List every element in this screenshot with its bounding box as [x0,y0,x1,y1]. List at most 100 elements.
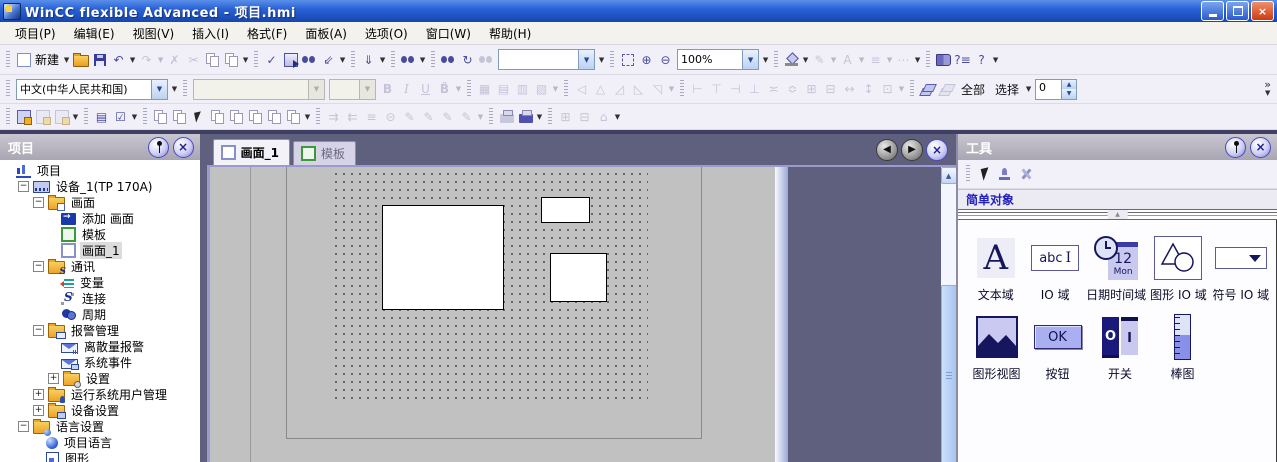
tree-item-label[interactable]: 画面_1 [80,242,122,259]
toolbar-grip[interactable] [564,80,568,98]
tree-item-label[interactable]: 设置 [84,370,112,387]
zoom-in-icon[interactable]: ⊕ [638,51,655,68]
scrollbar-up-arrow[interactable]: ▲ [941,167,956,184]
close-panel-icon[interactable]: × [173,137,194,158]
tree-item-label[interactable]: 报警管理 [69,322,121,339]
undo-dropdown-arrow[interactable]: ▼ [128,56,137,64]
copy-screen-icon[interactable] [152,108,169,125]
tab-screen-1[interactable]: 画面_1 [213,139,290,165]
help-index-icon[interactable]: ?≡ [954,51,971,68]
zoom-combo-arrow[interactable]: ▼ [742,50,758,69]
toolbar-grip[interactable] [774,51,778,69]
find-combo[interactable]: ▼ [498,49,595,70]
layer-spinner[interactable]: 0 ▲▼ [1035,79,1077,100]
tree-item-label[interactable]: 周期 [80,306,108,323]
tree-item-label[interactable]: 离散量报警 [82,338,146,355]
toolbar-grip[interactable] [6,51,10,69]
toolbar-grip[interactable] [910,80,914,98]
close-panel-icon[interactable]: × [1250,137,1271,158]
selection-arrow-icon[interactable] [981,167,992,181]
pin-icon[interactable] [1225,137,1246,158]
fill-color-arrow[interactable]: ▼ [801,56,810,64]
toolbar-grip[interactable] [926,51,930,69]
toolbar-grip[interactable] [254,51,258,69]
zoom-combo[interactable]: 100%▼ [677,49,759,70]
tree-item-label[interactable]: 通讯 [69,258,97,275]
canvas-vertical-scrollbar[interactable]: ▲ [941,167,956,462]
palette-item-io-field[interactable]: abcI IO 域 [1025,234,1084,303]
palette-item-button[interactable]: OK 按钮 [1027,313,1088,382]
toolbar-grip[interactable] [183,80,187,98]
tree-item-label[interactable]: 设备设置 [69,402,121,419]
help-search-icon[interactable]: ? [973,51,990,68]
menu-item-help[interactable]: 帮助(H) [480,23,540,44]
tree-item-label[interactable]: 运行系统用户管理 [69,386,169,403]
tree-item-label[interactable]: 项目语言 [62,434,114,451]
simulator-icon[interactable] [301,51,318,68]
language-combo-arrow[interactable]: ▼ [151,80,167,99]
language-toolbar-overflow[interactable]: ▼ [170,85,179,93]
help-book-icon[interactable] [935,51,952,68]
open-project-icon[interactable] [72,51,89,68]
toolbar-grip[interactable] [6,80,10,98]
simple-objects-section[interactable]: 简单对象 [958,189,1277,209]
download-icon[interactable]: ⇓ [360,51,377,68]
next-tab-button[interactable]: ▶ [901,139,923,161]
tag-toolbar-overflow[interactable]: ▼ [71,113,80,121]
tree-expander[interactable]: + [33,405,44,416]
add-tag-icon[interactable] [15,108,32,125]
fill-color-icon[interactable] [783,51,800,68]
menu-item-window[interactable]: 窗口(W) [417,23,480,44]
tree-expander[interactable]: + [48,373,59,384]
toolbar-grip[interactable] [351,51,355,69]
bring-forward-icon[interactable] [919,81,936,98]
tree-expander[interactable]: − [18,421,29,432]
menu-item-format[interactable]: 格式(F) [238,23,296,44]
start-runtime-icon[interactable] [282,51,299,68]
toolbar-grip[interactable] [489,108,493,126]
tree-expander[interactable]: − [33,325,44,336]
toolbar-grip[interactable] [467,80,471,98]
layer-select-button[interactable]: 选择 [990,80,1024,99]
new-button[interactable]: 新建 [14,50,62,69]
screen-toolbar-overflow[interactable]: ▼ [130,113,139,121]
toolbar-grip[interactable] [966,165,970,183]
toolbar-grip[interactable] [610,51,614,69]
palette-item-graphic-view[interactable]: 图形视图 [966,313,1027,382]
toolbar-grip[interactable] [680,80,684,98]
palette-item-text-field[interactable]: A 文本域 [966,234,1025,303]
menu-item-view[interactable]: 视图(V) [124,23,184,44]
tree-expander[interactable]: + [33,389,44,400]
library-toolbar-overflow[interactable]: ▼ [613,113,622,121]
language-combo[interactable]: 中文(中华人民共和国)▼ [16,79,168,100]
find-toolbar-overflow[interactable]: ▼ [597,56,606,64]
tree-item-label[interactable]: 添加 画面 [80,210,136,227]
toolbar-grip[interactable] [316,108,320,126]
screen-editor-canvas[interactable]: ▲ [207,165,956,462]
clipboard-dropdown-arrow[interactable]: ▼ [241,56,250,64]
new-dropdown-arrow[interactable]: ▼ [62,56,71,64]
restore-button[interactable] [1226,1,1249,21]
tree-item-label[interactable]: 连接 [80,290,108,307]
check-screen-icon[interactable]: ☑ [112,108,129,125]
previous-tab-button[interactable]: ◀ [876,139,898,161]
close-button[interactable]: × [1251,1,1274,21]
send-backward-icon[interactable] [938,81,955,98]
section-divider[interactable]: ▲ [958,209,1277,220]
tree-expander[interactable]: − [33,197,44,208]
tree-expander[interactable]: − [18,181,29,192]
find-next-icon[interactable] [440,51,457,68]
transfer-dropdown-arrow[interactable]: ▼ [338,56,347,64]
zoom-toolbar-overflow[interactable]: ▼ [761,56,770,64]
stamp-icon[interactable] [998,168,1011,181]
toolbar-grip[interactable] [143,108,147,126]
spinner-up-arrow[interactable]: ▲ [1062,80,1076,90]
paste-toolbar-overflow[interactable]: ▼ [303,113,312,121]
toolbar-grip[interactable] [391,51,395,69]
tree-item-label[interactable]: 模板 [80,226,108,243]
layer-all-button[interactable]: 全部 [956,80,990,99]
find-dropdown-arrow[interactable]: ▼ [418,56,427,64]
tree-item-label[interactable]: 系统事件 [82,354,134,371]
screen-object-rectangle[interactable] [541,197,590,223]
refresh-icon[interactable]: ↻ [459,51,476,68]
